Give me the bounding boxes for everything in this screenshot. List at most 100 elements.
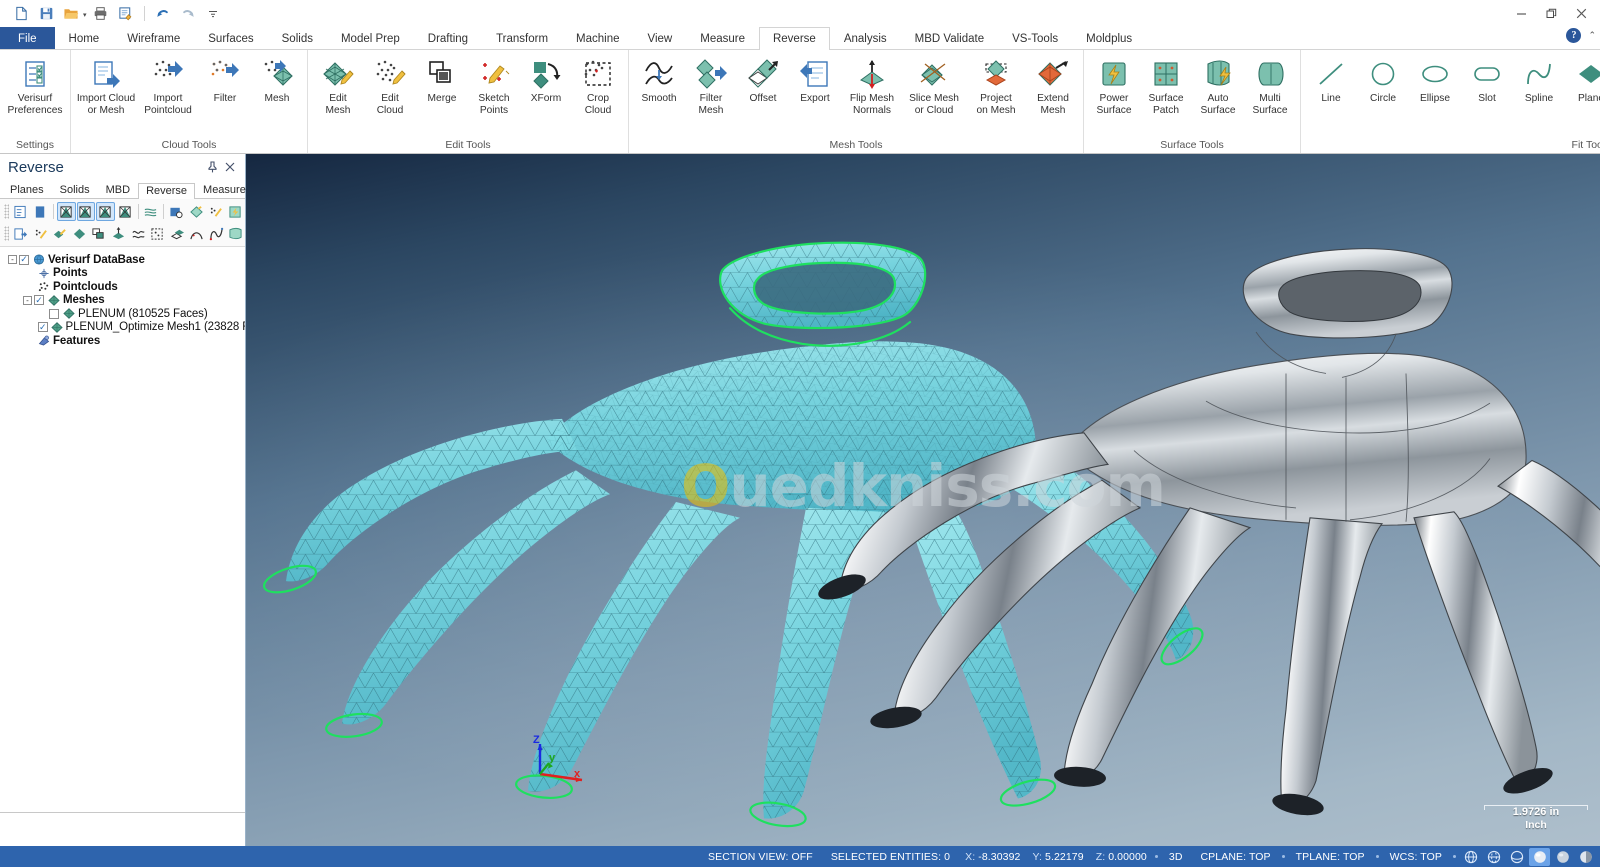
status-view-mode[interactable]: 3D <box>1160 851 1192 863</box>
ribbon-button-project-on-mesh[interactable]: Projecton Mesh <box>965 53 1027 116</box>
ribbon-button-edit-mesh[interactable]: EditMesh <box>312 53 364 116</box>
restore-button[interactable] <box>1536 2 1566 26</box>
ribbon-button-verisurf-preferences[interactable]: VerisurfPreferences <box>4 53 66 116</box>
tree-node[interactable]: PLENUM (810525 Faces) <box>4 307 241 321</box>
panel-tab-mbd[interactable]: MBD <box>98 182 138 198</box>
panel-close-icon[interactable] <box>221 158 239 176</box>
status-wcs[interactable]: WCS: TOP <box>1381 851 1451 863</box>
tree-node[interactable]: Points <box>4 267 241 281</box>
tree-checkbox[interactable]: ✓ <box>19 255 29 265</box>
toolbar-grip[interactable] <box>4 226 9 241</box>
print-preview-icon[interactable] <box>115 3 137 24</box>
mesh-display-2-icon[interactable] <box>77 202 96 221</box>
status-section-view[interactable]: SECTION VIEW: OFF <box>699 851 822 863</box>
material-view-icon[interactable] <box>1575 848 1596 866</box>
curve-fit-icon[interactable] <box>187 224 206 243</box>
ribbon-button-slot[interactable]: Slot <box>1461 53 1513 105</box>
ribbon-button-power-surface[interactable]: PowerSurface <box>1088 53 1140 116</box>
ribbon-button-crop-cloud[interactable]: CropCloud <box>572 53 624 116</box>
auto-surface-icon[interactable] <box>226 224 245 243</box>
ribbon-button-import-cloud-or-mesh[interactable]: Import Cloudor Mesh <box>75 53 137 116</box>
ribbon-button-filter[interactable]: Filter <box>199 53 251 105</box>
help-icon[interactable]: ? <box>1566 28 1581 43</box>
ribbon-button-mesh[interactable]: Mesh <box>251 53 303 105</box>
customize-qat-icon[interactable] <box>202 3 224 24</box>
mesh-color-icon[interactable] <box>187 202 206 221</box>
ribbon-tab-surfaces[interactable]: Surfaces <box>194 27 267 49</box>
panel-tab-solids[interactable]: Solids <box>52 182 98 198</box>
flip-normals-icon[interactable] <box>109 224 128 243</box>
ribbon-tab-reverse[interactable]: Reverse <box>759 27 830 50</box>
layers-icon[interactable] <box>142 202 161 221</box>
status-cplane[interactable]: CPLANE: TOP <box>1192 851 1280 863</box>
tree-node[interactable]: ✓PLENUM_Optimize Mesh1 (23828 Faces) <box>4 321 241 335</box>
ribbon-tab-wireframe[interactable]: Wireframe <box>113 27 194 49</box>
book-icon[interactable] <box>31 202 50 221</box>
print-icon[interactable] <box>90 3 112 24</box>
tree-node[interactable]: Pointclouds <box>4 280 241 294</box>
save-icon[interactable] <box>35 3 57 24</box>
tree-node[interactable]: -✓Verisurf DataBase <box>4 253 241 267</box>
minimize-button[interactable] <box>1506 2 1536 26</box>
ribbon-button-spline[interactable]: Spline <box>1513 53 1565 105</box>
hidden-line-view-icon[interactable] <box>1483 848 1504 866</box>
ribbon-tab-drafting[interactable]: Drafting <box>414 27 482 49</box>
ribbon-button-ellipse[interactable]: Ellipse <box>1409 53 1461 105</box>
ribbon-button-slice-mesh-or-cloud[interactable]: Slice Meshor Cloud <box>903 53 965 116</box>
flat-shaded-view-icon[interactable] <box>1552 848 1573 866</box>
crop-cloud-icon[interactable] <box>148 224 167 243</box>
ribbon-tab-file[interactable]: File <box>0 27 55 49</box>
status-tplane[interactable]: TPLANE: TOP <box>1287 851 1374 863</box>
ribbon-button-xform[interactable]: XForm <box>520 53 572 105</box>
ribbon-button-circle[interactable]: Circle <box>1357 53 1409 105</box>
import-cloud-icon[interactable] <box>12 224 31 243</box>
panel-tab-planes[interactable]: Planes <box>2 182 52 198</box>
plane-fit-icon[interactable] <box>70 224 89 243</box>
shaded-wire-view-icon[interactable] <box>1506 848 1527 866</box>
mesh-display-1-icon[interactable] <box>57 202 76 221</box>
toolbar-grip[interactable] <box>4 204 9 219</box>
mesh-display-3-icon[interactable] <box>96 202 115 221</box>
merge-cloud-icon[interactable] <box>90 224 109 243</box>
ribbon-button-filter-mesh[interactable]: FilterMesh <box>685 53 737 116</box>
ribbon-tab-model-prep[interactable]: Model Prep <box>327 27 414 49</box>
panel-tab-reverse[interactable]: Reverse <box>138 183 195 199</box>
ribbon-tab-machine[interactable]: Machine <box>562 27 633 49</box>
ribbon-button-smooth[interactable]: Smooth <box>633 53 685 105</box>
ribbon-button-import-pointcloud[interactable]: ImportPointcloud <box>137 53 199 116</box>
mesh-display-4-icon[interactable] <box>116 202 135 221</box>
new-file-icon[interactable] <box>10 3 32 24</box>
sketch-points-icon[interactable] <box>31 224 50 243</box>
undo-icon[interactable] <box>152 3 174 24</box>
ribbon-tab-analysis[interactable]: Analysis <box>830 27 901 49</box>
3d-viewport[interactable]: Ouedkniss.com x y Z 1.9726 in <box>246 154 1600 846</box>
open-dropdown-caret-icon[interactable]: ▾ <box>83 11 87 24</box>
tree-checkbox[interactable]: ✓ <box>38 322 48 332</box>
wireframe-view-icon[interactable] <box>1460 848 1481 866</box>
ribbon-button-offset[interactable]: Offset <box>737 53 789 105</box>
tree-node[interactable]: -✓Meshes <box>4 294 241 308</box>
collapse-ribbon-icon[interactable]: ⌃ <box>1588 30 1596 41</box>
power-mesh-icon[interactable] <box>226 202 245 221</box>
ribbon-tab-transform[interactable]: Transform <box>482 27 562 49</box>
redo-icon[interactable] <box>177 3 199 24</box>
edit-mesh-icon[interactable] <box>51 224 70 243</box>
ribbon-tab-home[interactable]: Home <box>55 27 114 49</box>
pin-icon[interactable] <box>203 158 221 176</box>
ribbon-button-sketch-points[interactable]: SketchPoints <box>468 53 520 116</box>
tree-checkbox[interactable] <box>49 309 59 319</box>
offset-mesh-icon[interactable] <box>168 224 187 243</box>
panel-tab-measure[interactable]: Measure <box>195 182 254 198</box>
ribbon-button-edit-cloud[interactable]: EditCloud <box>364 53 416 116</box>
ribbon-button-flip-mesh-normals[interactable]: Flip MeshNormals <box>841 53 903 116</box>
ribbon-button-line[interactable]: Line <box>1305 53 1357 105</box>
ribbon-button-auto-surface[interactable]: AutoSurface <box>1192 53 1244 116</box>
shaded-view-icon[interactable] <box>1529 848 1550 866</box>
tree-expander[interactable]: - <box>8 255 17 264</box>
ribbon-tab-moldplus[interactable]: Moldplus <box>1072 27 1146 49</box>
splines-icon[interactable] <box>207 224 226 243</box>
ribbon-button-extend-mesh[interactable]: ExtendMesh <box>1027 53 1079 116</box>
properties-icon[interactable] <box>12 202 31 221</box>
ribbon-tab-solids[interactable]: Solids <box>268 27 327 49</box>
ribbon-tab-measure[interactable]: Measure <box>686 27 759 49</box>
